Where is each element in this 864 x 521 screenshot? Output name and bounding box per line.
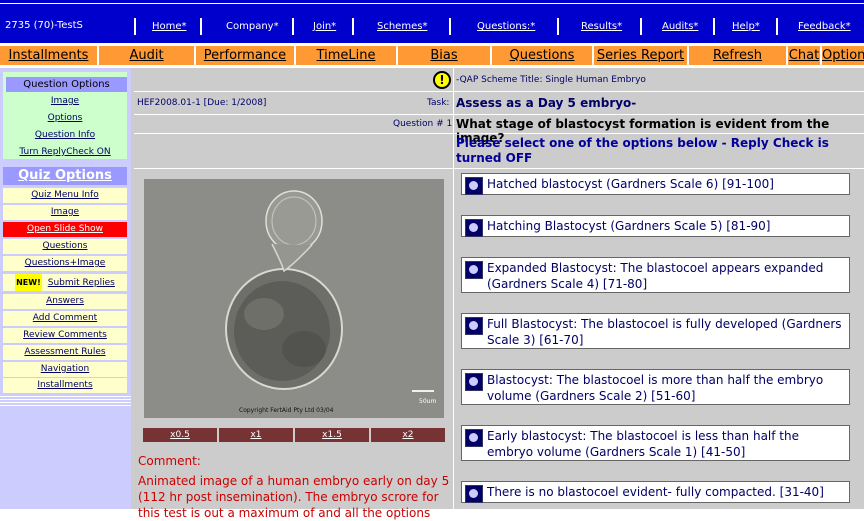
qopt-image-link[interactable]: Image xyxy=(3,96,127,106)
navigation-link[interactable]: Navigation xyxy=(3,362,127,377)
header-top-stripe xyxy=(0,0,864,4)
quiz-image-link[interactable]: Image xyxy=(3,205,127,220)
tab-refresh[interactable]: Refresh xyxy=(689,46,786,65)
question-number: Question # 1 xyxy=(393,119,453,129)
zoom-1-5x-button[interactable]: x1.5 xyxy=(295,428,369,442)
option-radio-icon[interactable] xyxy=(465,219,483,237)
tab-bias[interactable]: Bias xyxy=(398,46,490,65)
nav-questions-link[interactable]: Questions:* xyxy=(477,21,535,32)
option-early[interactable]: Early blastocyst: The blastocoel is less… xyxy=(461,425,850,461)
tab-bar: Installments Audit Performance TimeLine … xyxy=(0,46,864,65)
quiz-questions-image-link[interactable]: Questions+Image xyxy=(3,256,127,271)
tab-options[interactable]: Options xyxy=(822,46,864,65)
nav-schemes-link[interactable]: Schemes* xyxy=(377,21,427,32)
nav-separator xyxy=(449,18,451,35)
nav-separator xyxy=(776,18,778,35)
option-label: Hatching Blastocyst (Gardners Scale 5) [… xyxy=(487,219,771,233)
nav-separator xyxy=(134,18,136,35)
task-text: Assess as a Day 5 embryo- xyxy=(456,96,637,110)
tab-timeline[interactable]: TimeLine xyxy=(296,46,396,65)
top-header-bar: 2735 (70)-TestS Home* Company* Join* Sch… xyxy=(0,0,864,43)
add-comment-link[interactable]: Add Comment xyxy=(3,311,127,326)
tab-series-report[interactable]: Series Report xyxy=(594,46,687,65)
sidebar-rule xyxy=(0,405,131,406)
nav-separator xyxy=(557,18,559,35)
embryo-image: 50um Copyright FertAid Pty Ltd 03/04 xyxy=(144,179,444,418)
quiz-installments-link[interactable]: Installments xyxy=(3,378,127,393)
nav-join-link[interactable]: Join* xyxy=(313,21,336,32)
sidebar-rule xyxy=(0,396,131,397)
comment-text: Animated image of a human embryo early o… xyxy=(138,474,450,520)
option-no-blastocoel[interactable]: There is no blastocoel evident- fully co… xyxy=(461,481,850,503)
nav-company-link[interactable]: Company* xyxy=(226,21,279,32)
nav-audits-link[interactable]: Audits* xyxy=(662,21,698,32)
quiz-questions-link[interactable]: Questions xyxy=(3,239,127,254)
left-sidebar: Question Options Image Options Question … xyxy=(0,68,131,509)
nav-separator xyxy=(352,18,354,35)
scheme-title: -QAP Scheme Title: Single Human Embryo xyxy=(456,75,646,85)
option-radio-icon[interactable] xyxy=(465,429,483,447)
option-label: Hatched blastocyst (Gardners Scale 6) [9… xyxy=(487,177,774,191)
qopt-replycheck-link[interactable]: Turn ReplyCheck ON xyxy=(3,147,127,157)
task-label: Task: xyxy=(427,98,450,108)
open-slide-show-link[interactable]: Open Slide Show xyxy=(3,222,127,237)
image-copyright: Copyright FertAid Pty Ltd 03/04 xyxy=(239,407,334,414)
option-label: There is no blastocoel evident- fully co… xyxy=(487,485,824,499)
sidebar-rule xyxy=(0,399,131,400)
option-label: Early blastocyst: The blastocoel is less… xyxy=(487,429,799,459)
comment-label: Comment: xyxy=(138,454,201,468)
question-options-panel: Question Options Image Options Question … xyxy=(3,72,127,159)
sidebar-rule xyxy=(0,402,131,403)
nav-help-link[interactable]: Help* xyxy=(732,21,760,32)
option-blastocyst[interactable]: Blastocyst: The blastocoel is more than … xyxy=(461,369,850,405)
option-hatched[interactable]: Hatched blastocyst (Gardners Scale 6) [9… xyxy=(461,173,850,195)
scheme-code: HEF2008.01-1 [Due: 1/2008] xyxy=(137,98,267,108)
submit-replies-label: Submit Replies xyxy=(47,278,115,288)
quiz-menu-info-link[interactable]: Quiz Menu Info xyxy=(3,188,127,203)
option-radio-icon[interactable] xyxy=(465,261,483,279)
option-radio-icon[interactable] xyxy=(465,485,483,503)
tab-chat[interactable]: Chat xyxy=(788,46,820,65)
submit-replies-link[interactable]: NEW! Submit Replies xyxy=(3,274,127,291)
question-options-title: Question Options xyxy=(6,77,127,92)
nav-separator xyxy=(640,18,642,35)
scale-bar-label: 50um xyxy=(419,398,436,405)
option-hatching[interactable]: Hatching Blastocyst (Gardners Scale 5) [… xyxy=(461,215,850,237)
nav-separator xyxy=(713,18,715,35)
option-radio-icon[interactable] xyxy=(465,177,483,195)
option-label: Blastocyst: The blastocoel is more than … xyxy=(487,373,824,403)
quiz-options-title[interactable]: Quiz Options xyxy=(3,167,127,185)
option-label: Expanded Blastocyst: The blastocoel appe… xyxy=(487,261,824,291)
zoom-2x-button[interactable]: x2 xyxy=(371,428,445,442)
zoom-half-button[interactable]: x0.5 xyxy=(143,428,217,442)
option-radio-icon[interactable] xyxy=(465,373,483,391)
option-expanded[interactable]: Expanded Blastocyst: The blastocoel appe… xyxy=(461,257,850,293)
warning-icon: ! xyxy=(433,71,451,89)
qopt-options-link[interactable]: Options xyxy=(3,113,127,123)
tab-performance[interactable]: Performance xyxy=(196,46,294,65)
nav-home-link[interactable]: Home* xyxy=(152,21,187,32)
option-radio-icon[interactable] xyxy=(465,317,483,335)
qopt-question-info-link[interactable]: Question Info xyxy=(3,130,127,140)
review-comments-link[interactable]: Review Comments xyxy=(3,328,127,343)
tab-installments[interactable]: Installments xyxy=(0,46,97,65)
new-badge: NEW! xyxy=(15,274,42,291)
nav-separator xyxy=(200,18,202,35)
nav-feedback-link[interactable]: Feedback* xyxy=(798,21,851,32)
user-id-label: 2735 (70)-TestS xyxy=(5,20,83,31)
nav-results-link[interactable]: Results* xyxy=(581,21,622,32)
assessment-rules-link[interactable]: Assessment Rules xyxy=(3,345,127,360)
instruction-text: Please select one of the options below -… xyxy=(456,136,829,165)
option-full[interactable]: Full Blastocyst: The blastocoel is fully… xyxy=(461,313,850,349)
tab-questions[interactable]: Questions xyxy=(492,46,592,65)
question-panel: ! -QAP Scheme Title: Single Human Embryo… xyxy=(131,68,864,520)
zoom-1x-button[interactable]: x1 xyxy=(219,428,293,442)
quiz-answers-link[interactable]: Answers xyxy=(3,294,127,309)
nav-separator xyxy=(292,18,294,35)
option-label: Full Blastocyst: The blastocoel is fully… xyxy=(487,317,842,347)
tab-audit[interactable]: Audit xyxy=(99,46,194,65)
